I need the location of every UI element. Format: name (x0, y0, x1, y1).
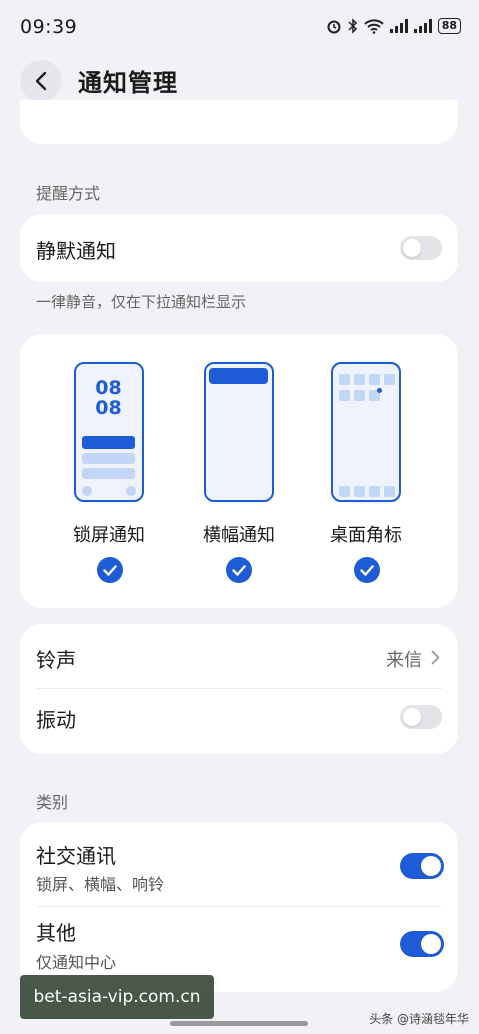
back-button[interactable] (20, 60, 62, 102)
category-title-social: 社交通讯 (36, 844, 116, 868)
dock-square (369, 486, 380, 497)
chevron-right-icon (431, 650, 440, 665)
category-card: 社交通讯 锁屏、横幅、响铃 其他 仅通知中心 (20, 822, 458, 992)
check-banner[interactable] (226, 557, 252, 583)
signal-icon-1 (389, 19, 408, 33)
category-subtitle-social: 锁屏、横幅、响铃 (36, 875, 165, 894)
check-lockscreen[interactable] (97, 557, 123, 583)
category-toggle-social[interactable] (400, 853, 444, 879)
home-indicator[interactable] (170, 1021, 308, 1026)
silent-toggle[interactable] (400, 236, 442, 260)
style-label-banner: 横幅通知 (203, 525, 275, 546)
status-icons: 88 (326, 18, 461, 34)
page-title: 通知管理 (78, 69, 178, 97)
category-toggle-other[interactable] (400, 931, 444, 957)
scrolled-card (20, 100, 458, 144)
notification-style-card: 08 08 锁屏通知 横幅通知 桌面角标 (20, 334, 458, 608)
clock-hours: 08 (95, 377, 122, 399)
lockscreen-dot-left (82, 486, 92, 496)
app-square (339, 390, 350, 401)
ringtone-row[interactable]: 铃声 来信 (20, 624, 458, 688)
alarm-icon (327, 20, 341, 34)
lockscreen-notification-bar (82, 436, 135, 449)
banner-bar (209, 368, 268, 384)
style-label-badge: 桌面角标 (330, 525, 402, 546)
vibration-toggle[interactable] (400, 705, 442, 729)
bluetooth-icon (348, 18, 357, 34)
app-square (384, 374, 395, 385)
banner-preview[interactable] (204, 362, 274, 502)
app-square (339, 374, 350, 385)
checkmark-icon (103, 564, 117, 576)
sound-card: 铃声 来信 振动 (20, 624, 458, 754)
vibration-label: 振动 (36, 708, 76, 732)
silent-card[interactable]: 静默通知 (20, 214, 458, 282)
status-time: 09:39 (20, 16, 78, 38)
lockscreen-bar-2 (82, 453, 135, 464)
lockscreen-dot-right (126, 486, 136, 496)
checkmark-icon (232, 564, 246, 576)
app-square (354, 390, 365, 401)
dock-square (384, 486, 395, 497)
app-square (369, 374, 380, 385)
dock-square (339, 486, 350, 497)
silent-hint: 一律静音，仅在下拉通知栏显示 (36, 293, 247, 311)
ringtone-value: 来信 (386, 650, 422, 671)
dock-square (354, 486, 365, 497)
check-badge[interactable] (354, 557, 380, 583)
style-label-lockscreen: 锁屏通知 (73, 525, 145, 546)
clock-minutes: 08 (95, 397, 122, 419)
silent-label: 静默通知 (36, 239, 116, 263)
category-subtitle-other: 仅通知中心 (36, 953, 117, 972)
lockscreen-bar-3 (82, 468, 135, 479)
chevron-left-icon (35, 71, 47, 91)
credit-text: 头条 @诗涵毯年华 (369, 1012, 469, 1026)
ringtone-label: 铃声 (36, 648, 76, 672)
section-label-reminder: 提醒方式 (36, 184, 101, 203)
app-square (354, 374, 365, 385)
category-title-other: 其他 (36, 921, 76, 945)
lockscreen-preview[interactable]: 08 08 (74, 362, 144, 502)
watermark-banner: bet-asia-vip.com.cn (20, 975, 214, 1019)
battery-icon: 88 (437, 18, 461, 34)
checkmark-icon (360, 564, 374, 576)
vibration-row[interactable]: 振动 (20, 689, 458, 753)
badge-preview[interactable] (331, 362, 401, 502)
category-row-social[interactable]: 社交通讯 锁屏、横幅、响铃 (20, 822, 458, 906)
section-label-category: 类别 (36, 793, 69, 812)
lockscreen-clock: 08 08 (76, 378, 141, 418)
badge-dot (377, 388, 382, 393)
signal-icon-2 (413, 19, 432, 33)
wifi-icon (363, 19, 384, 34)
